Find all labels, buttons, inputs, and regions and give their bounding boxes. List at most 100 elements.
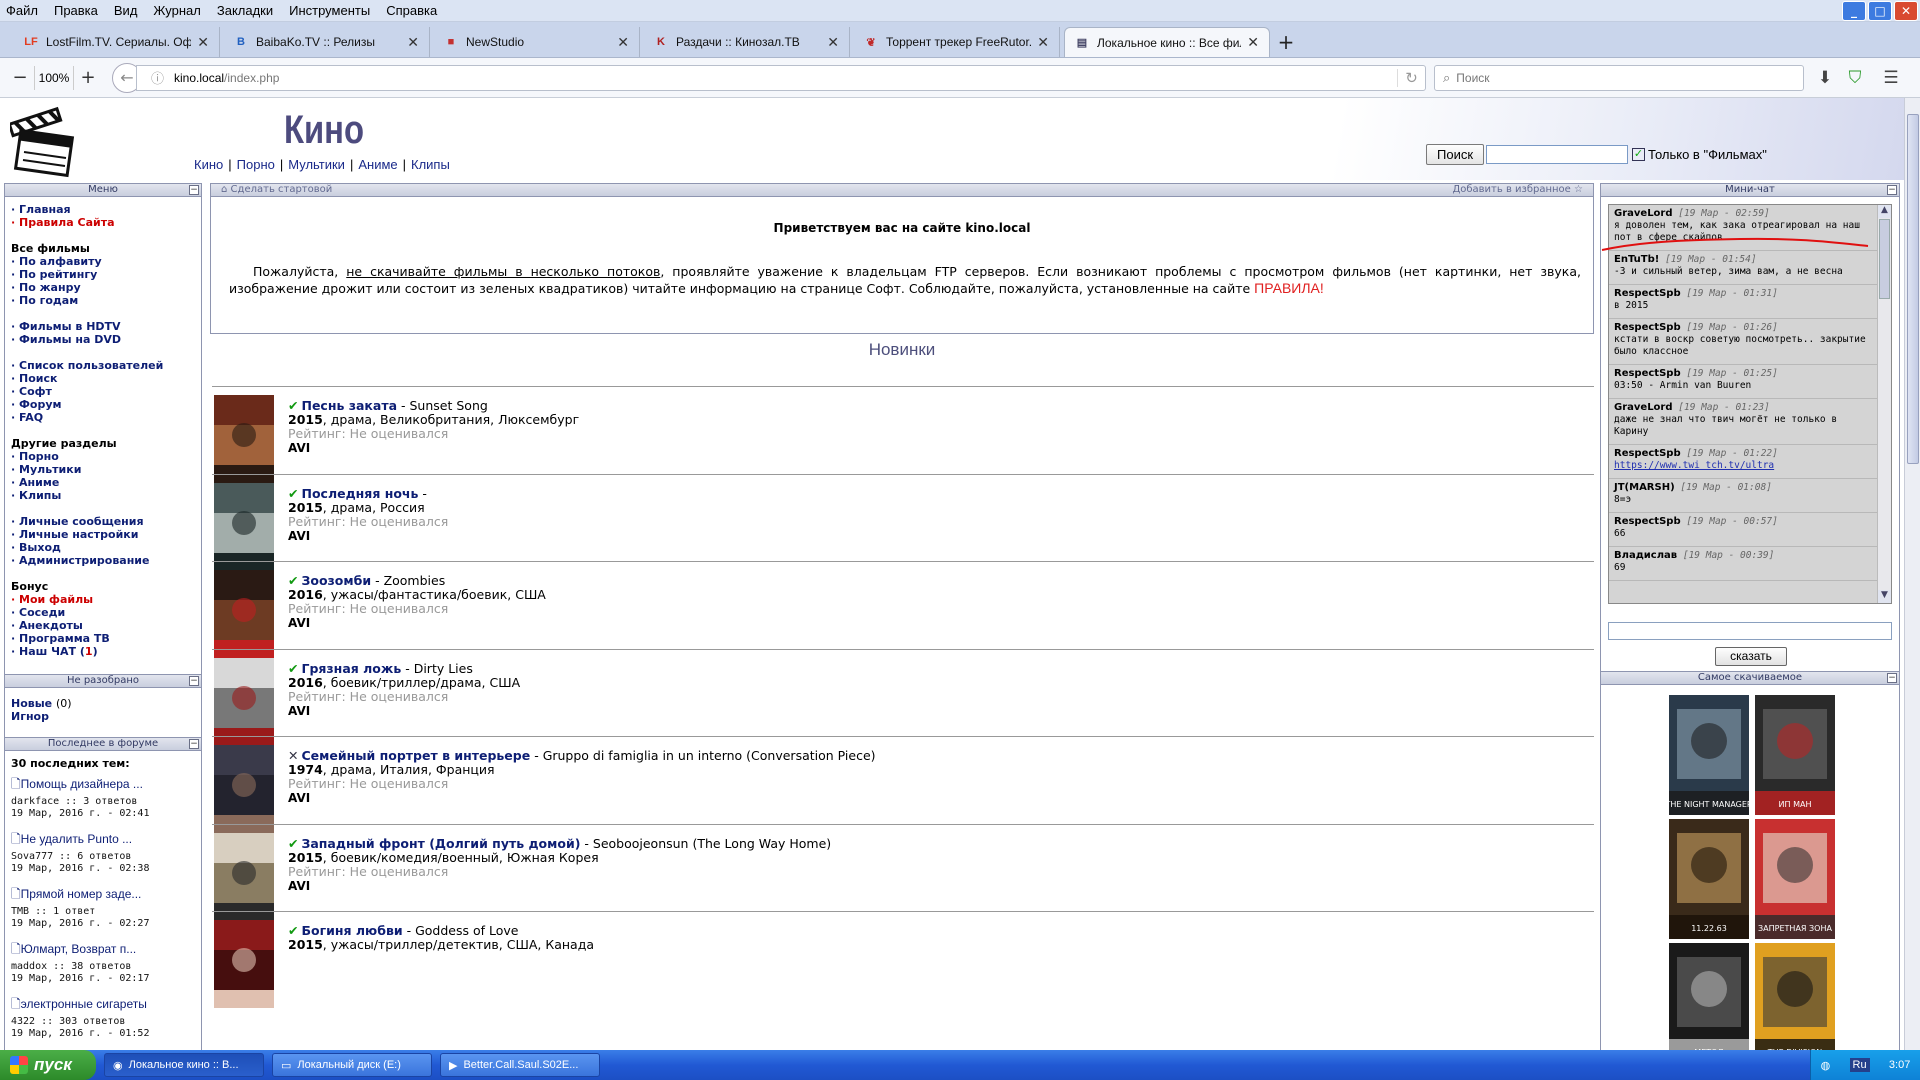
language-indicator[interactable]: Ru xyxy=(1849,1058,1870,1072)
menu-item[interactable]: · Соседи xyxy=(11,606,201,619)
chat-author[interactable]: GraveLord xyxy=(1614,402,1673,413)
chat-author[interactable]: RespectSpb xyxy=(1614,368,1681,379)
site-search-input[interactable] xyxy=(1486,145,1629,164)
movie-title-link[interactable]: Зоозомби xyxy=(301,573,371,588)
forum-topic-title[interactable]: 🗋Помощь дизайнера ... xyxy=(11,775,201,796)
menu-item[interactable]: · FAQ xyxy=(11,411,201,424)
chat-scrollbar[interactable]: ▲ ▼ xyxy=(1877,205,1891,603)
menu-item[interactable]: · Выход xyxy=(11,541,201,554)
shield-icon[interactable]: ⛉ xyxy=(1840,64,1870,92)
tab-close-icon[interactable]: ✕ xyxy=(617,34,629,51)
tab-close-icon[interactable]: ✕ xyxy=(827,34,839,51)
maximize-button[interactable]: □ xyxy=(1868,1,1892,21)
menu-item[interactable]: · По рейтингу xyxy=(11,268,201,281)
zoom-in-button[interactable]: + xyxy=(74,64,102,92)
browser-tab[interactable]: K Раздачи :: Кинозал.ТВ ✕ xyxy=(644,27,850,57)
chat-author[interactable]: RespectSpb xyxy=(1614,448,1681,459)
menu-item[interactable]: · Фильмы в HDTV xyxy=(11,320,201,333)
forum-topic-title[interactable]: 🗋Юлмарт, Возврат п... xyxy=(11,940,201,961)
start-button[interactable]: пуск xyxy=(0,1050,96,1080)
taskbar-window-button[interactable]: ▶ Better.Call.Saul.S02E... xyxy=(440,1053,600,1077)
tab-close-icon[interactable]: ✕ xyxy=(197,34,209,51)
menu-item[interactable]: · Личные сообщения xyxy=(11,515,201,528)
new-link[interactable]: Новые xyxy=(11,697,52,710)
taskbar-window-button[interactable]: ▭ Локальный диск (E:) xyxy=(272,1053,432,1077)
menu-2[interactable]: Вид xyxy=(114,3,138,18)
menu-5[interactable]: Инструменты xyxy=(289,3,370,18)
url-bar[interactable]: ⓘ kino.local/index.php ↻ xyxy=(136,64,1426,91)
menu-1[interactable]: Правка xyxy=(54,3,98,18)
menu-6[interactable]: Справка xyxy=(386,3,437,18)
nav-link-0[interactable]: Кино xyxy=(194,157,223,172)
menu-item[interactable]: · По жанру xyxy=(11,281,201,294)
taskbar-window-button[interactable]: ◉ Локальное кино :: В... xyxy=(104,1053,264,1077)
browser-tab[interactable]: LF LostFilm.TV. Сериалы. Офиц... ✕ xyxy=(14,27,220,57)
top-movie-poster[interactable]: THE DIVISION xyxy=(1755,943,1835,1063)
rules-link[interactable]: ПРАВИЛА! xyxy=(1254,280,1324,296)
minimize-button[interactable]: _ xyxy=(1842,1,1866,21)
chat-log[interactable]: GraveLord [19 Мар - 02:59] я доволен тем,… xyxy=(1608,204,1892,604)
close-window-button[interactable]: ✕ xyxy=(1894,1,1918,21)
forum-topic-title[interactable]: 🗋Не удалить Punto ... xyxy=(11,830,201,851)
menu-item[interactable]: · Софт xyxy=(11,385,201,398)
zoom-out-button[interactable]: − xyxy=(6,64,34,92)
download-icon[interactable]: ⬇ xyxy=(1810,64,1840,92)
tab-close-icon[interactable]: ✕ xyxy=(407,34,419,51)
chat-author[interactable]: RespectSpb xyxy=(1614,288,1681,299)
site-search-button[interactable]: Поиск xyxy=(1426,144,1485,165)
site-info-icon[interactable]: ⓘ xyxy=(151,68,164,87)
menu-item[interactable]: · Список пользователей xyxy=(11,359,201,372)
menu-item[interactable]: · Главная xyxy=(11,203,201,216)
menu-4[interactable]: Закладки xyxy=(217,3,273,18)
chat-link[interactable]: https://www.twi tch.tv/ultra xyxy=(1614,460,1774,471)
zoom-level[interactable]: 100% xyxy=(34,65,74,90)
collapse-icon[interactable]: − xyxy=(1887,673,1897,683)
chat-author[interactable]: EnTuTb! xyxy=(1614,254,1659,265)
menu-item[interactable]: · Анекдоты xyxy=(11,619,201,632)
menu-item[interactable]: · Порно xyxy=(11,450,201,463)
menu-item[interactable]: · Личные настройки xyxy=(11,528,201,541)
movie-title-link[interactable]: Западный фронт (Долгий путь домой) xyxy=(301,836,580,851)
browser-tab[interactable]: ■ NewStudio ✕ xyxy=(434,27,640,57)
new-tab-icon[interactable]: + xyxy=(1274,27,1298,57)
scroll-thumb[interactable] xyxy=(1879,219,1890,299)
nav-link-2[interactable]: Мультики xyxy=(288,157,345,172)
ignore-link[interactable]: Игнор xyxy=(11,710,201,723)
top-movie-poster[interactable]: 11.22.63 xyxy=(1669,819,1749,939)
menu-item[interactable]: · Наш ЧАТ (1) xyxy=(11,645,201,658)
clock[interactable]: 3:07 xyxy=(1889,1059,1910,1071)
page-scrollbar[interactable] xyxy=(1904,98,1920,1050)
nav-link-3[interactable]: Аниме xyxy=(358,157,397,172)
movie-poster[interactable] xyxy=(214,832,274,921)
add-favorite-link[interactable]: Добавить в избранное ☆ xyxy=(1452,184,1583,196)
menu-item[interactable]: · По годам xyxy=(11,294,201,307)
movie-title-link[interactable]: Последняя ночь xyxy=(301,486,418,501)
reload-icon[interactable]: ↻ xyxy=(1397,68,1425,87)
menu-item[interactable]: · По алфавиту xyxy=(11,255,201,268)
network-icon[interactable]: ◍ xyxy=(1821,1059,1831,1072)
movie-title-link[interactable]: Семейный портрет в интерьере xyxy=(301,748,530,763)
clapperboard-logo-icon[interactable] xyxy=(10,100,80,180)
movie-poster[interactable] xyxy=(214,395,274,483)
forum-topic-title[interactable]: 🗋Прямой номер заде... xyxy=(11,885,201,906)
chat-author[interactable]: Владислав xyxy=(1614,550,1677,561)
menu-item[interactable]: · Администрирование xyxy=(11,554,201,567)
menu-item[interactable]: · Поиск xyxy=(11,372,201,385)
browser-tab[interactable]: B BaibaKo.TV :: Релизы ✕ xyxy=(224,27,430,57)
chat-say-button[interactable]: сказать xyxy=(1715,647,1787,666)
menu-item[interactable]: · Мультики xyxy=(11,463,201,476)
movie-poster[interactable] xyxy=(214,657,274,746)
tab-close-icon[interactable]: ✕ xyxy=(1037,34,1049,51)
browser-tab[interactable]: ▤ Локальное кино :: Все филь... ✕ xyxy=(1064,27,1270,57)
chat-author[interactable]: GraveLord xyxy=(1614,208,1673,219)
top-movie-poster[interactable]: ИП МАН xyxy=(1755,695,1835,815)
browser-search-input[interactable]: ⌕ Поиск xyxy=(1434,64,1804,91)
collapse-icon[interactable]: − xyxy=(1887,185,1897,195)
movie-poster[interactable] xyxy=(214,745,274,833)
menu-item[interactable]: · Программа ТВ xyxy=(11,632,201,645)
movie-poster[interactable] xyxy=(214,570,274,658)
movie-poster[interactable] xyxy=(214,920,274,1008)
menu-item[interactable]: · Аниме xyxy=(11,476,201,489)
menu-item[interactable]: · Форум xyxy=(11,398,201,411)
menu-item[interactable]: · Клипы xyxy=(11,489,201,502)
